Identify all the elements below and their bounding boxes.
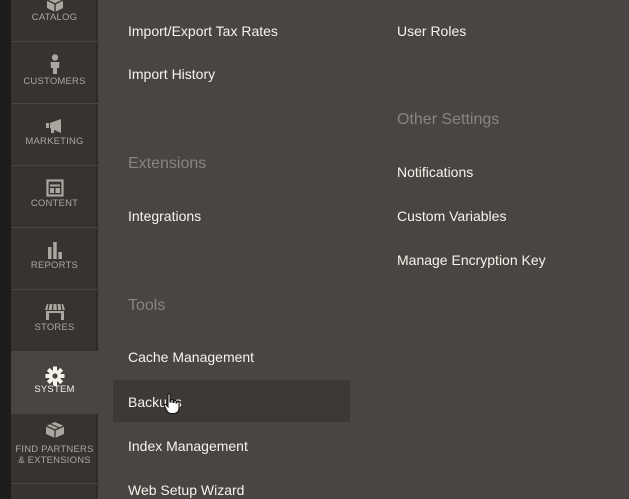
screen: CATALOG CUSTOMERS MARKETING CONTENT REPO [0, 0, 629, 499]
gear-icon [11, 366, 98, 386]
nav-reports[interactable]: REPORTS [11, 228, 98, 290]
system-menu-panel: Import/Export Tax Rates Import History E… [98, 0, 629, 499]
nav-find-partners-label-line1: FIND PARTNERS [15, 444, 94, 455]
nav-marketing-label: MARKETING [25, 136, 84, 147]
admin-sidebar: CATALOG CUSTOMERS MARKETING CONTENT REPO [0, 0, 98, 499]
nav-content-label: CONTENT [30, 198, 79, 209]
person-icon [11, 54, 98, 74]
nav-content[interactable]: CONTENT [11, 166, 98, 228]
storefront-icon [11, 302, 98, 322]
section-title-other-settings: Other Settings [397, 111, 500, 128]
nav-find-partners[interactable]: FIND PARTNERS & EXTENSIONS [11, 414, 98, 484]
menu-link-import-history[interactable]: Import History [128, 65, 215, 83]
box-icon [11, 420, 98, 440]
menu-link-custom-variables[interactable]: Custom Variables [397, 207, 506, 225]
hand-pointer-cursor-icon [163, 393, 181, 415]
menu-link-index-management[interactable]: Index Management [128, 437, 248, 455]
nav-reports-label: REPORTS [30, 260, 79, 271]
menu-link-cache-management[interactable]: Cache Management [128, 348, 254, 366]
nav-stores[interactable]: STORES [11, 290, 98, 352]
nav-find-partners-label-line2: & EXTENSIONS [18, 455, 91, 466]
menu-link-integrations[interactable]: Integrations [128, 207, 201, 225]
nav-catalog-label: CATALOG [31, 12, 78, 23]
nav-customers-label: CUSTOMERS [23, 76, 86, 87]
menu-link-manage-encryption-key[interactable]: Manage Encryption Key [397, 251, 546, 269]
menu-link-user-roles[interactable]: User Roles [397, 22, 466, 40]
section-title-extensions: Extensions [128, 155, 207, 172]
layout-icon [11, 178, 98, 198]
menu-link-import-export-tax-rates[interactable]: Import/Export Tax Rates [128, 22, 278, 40]
nav-catalog[interactable]: CATALOG [11, 0, 98, 42]
menu-link-web-setup-wizard[interactable]: Web Setup Wizard [128, 481, 244, 499]
nav-marketing[interactable]: MARKETING [11, 104, 98, 166]
nav-customers[interactable]: CUSTOMERS [11, 42, 98, 104]
nav-system[interactable]: SYSTEM [11, 352, 98, 414]
menu-link-notifications[interactable]: Notifications [397, 163, 473, 181]
nav-stores-label: STORES [34, 322, 75, 333]
bar-chart-icon [11, 240, 98, 260]
section-title-tools: Tools [128, 297, 166, 314]
nav-system-label: SYSTEM [34, 384, 75, 395]
megaphone-icon [11, 116, 98, 136]
